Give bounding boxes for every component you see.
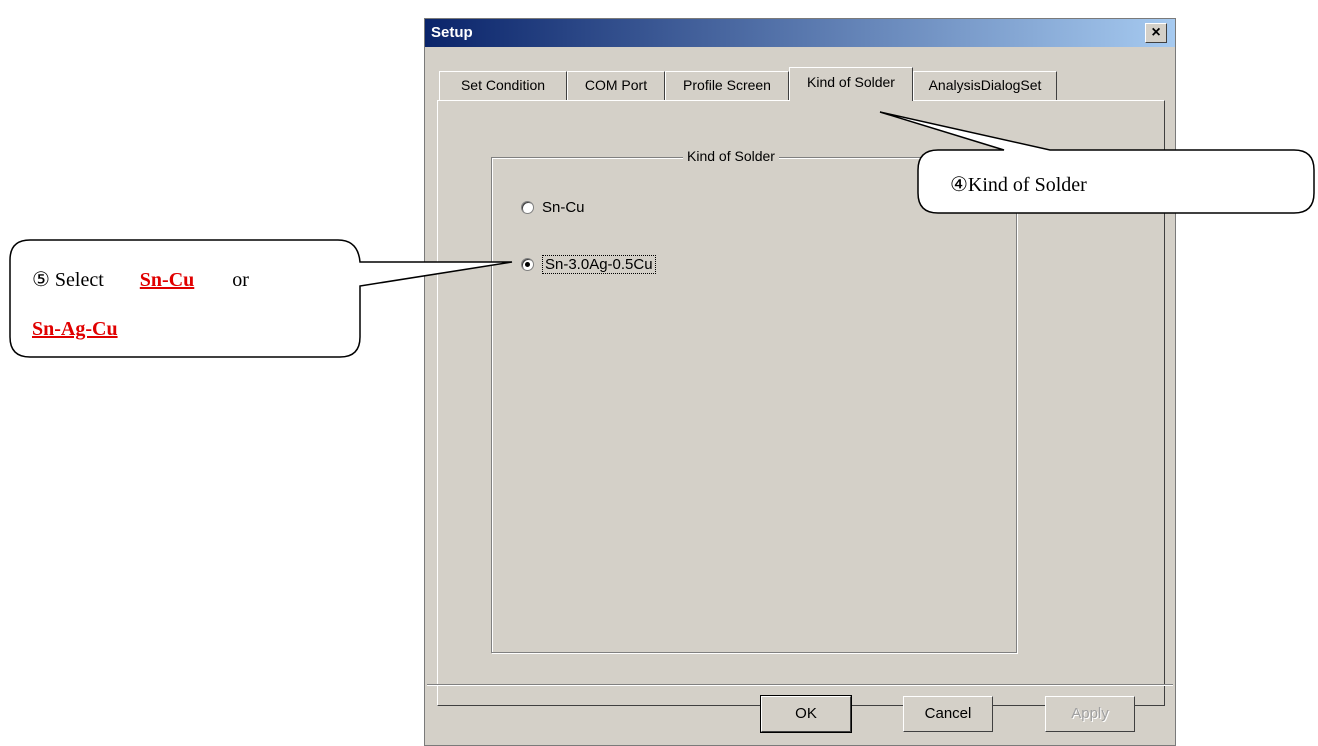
callout-option-sn-ag-cu: Sn-Ag-Cu	[32, 318, 118, 340]
callout-option-sn-cu: Sn-Cu	[139, 269, 195, 291]
tab-kind-of-solder[interactable]: Kind of Solder	[789, 67, 913, 101]
callout-kind-of-solder-shape	[9, 111, 1315, 358]
callout-select-line2: Sn-Ag-Cu	[32, 318, 118, 341]
callout-select-line1: ⑤ Select Sn-Cu or	[32, 267, 332, 292]
callout-select-prefix: ⑤ Select	[32, 269, 104, 291]
callout-or: or	[232, 269, 249, 291]
callout-kind-of-solder: ④Kind of Solder	[950, 174, 1087, 196]
